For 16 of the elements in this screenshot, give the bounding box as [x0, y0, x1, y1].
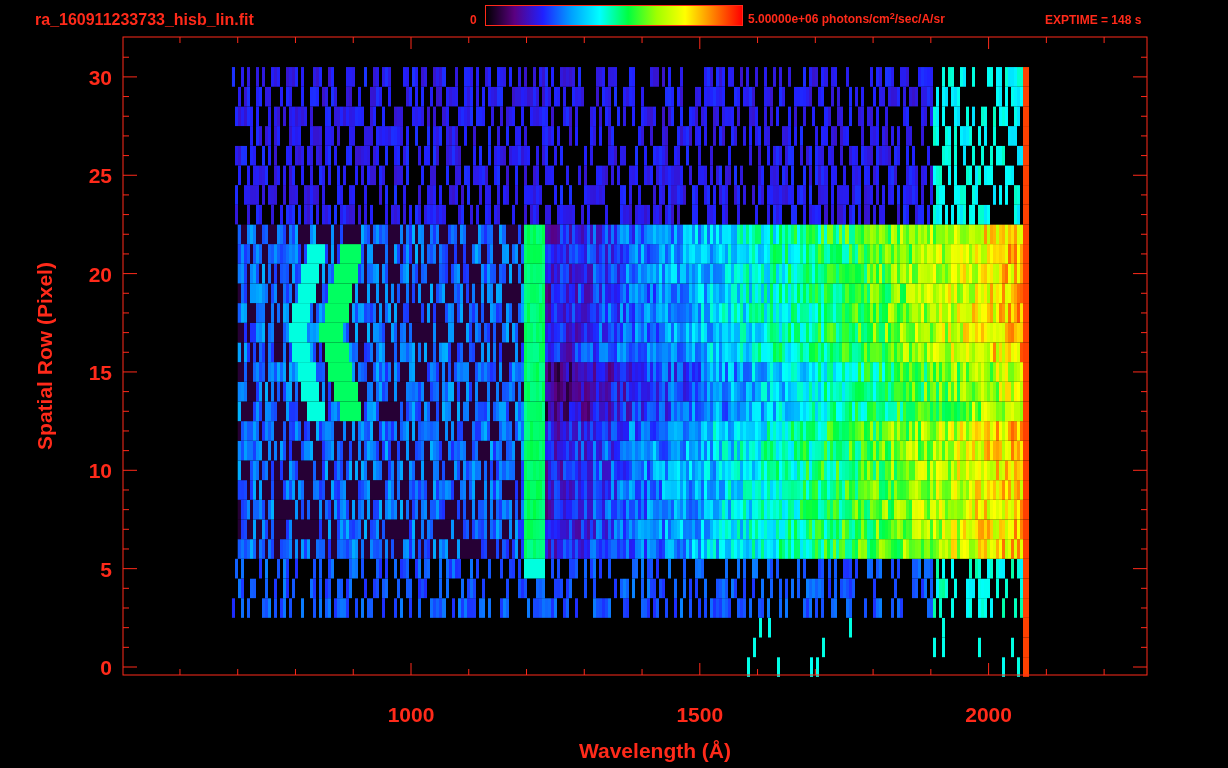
- y-tick-label: 25: [88, 164, 112, 188]
- exposure-time: EXPTIME = 148 s: [1045, 12, 1142, 29]
- y-tick-label: 10: [88, 459, 112, 483]
- y-tick-label: 20: [88, 262, 112, 286]
- x-tick-label: 1000: [387, 703, 435, 726]
- y-tick-label: 0: [100, 656, 112, 679]
- file-title: ra_160911233733_hisb_lin.fit: [35, 10, 254, 30]
- y-tick-label: 15: [88, 360, 112, 384]
- y-axis-title: Spatial Row (Pixel): [33, 262, 56, 450]
- colorbar-max-label: 5.00000e+06 photons/cm$^{2}$/sec/A/sr: [748, 10, 945, 28]
- x-tick-label: 2000: [965, 703, 1012, 726]
- y-tick-label: 5: [100, 557, 112, 581]
- y-tick-label: 30: [88, 65, 112, 89]
- x-axis-title: Wavelength (Å): [578, 739, 732, 762]
- x-tick-label: 1500: [676, 703, 724, 726]
- colorbar-min-label: 0: [470, 12, 477, 29]
